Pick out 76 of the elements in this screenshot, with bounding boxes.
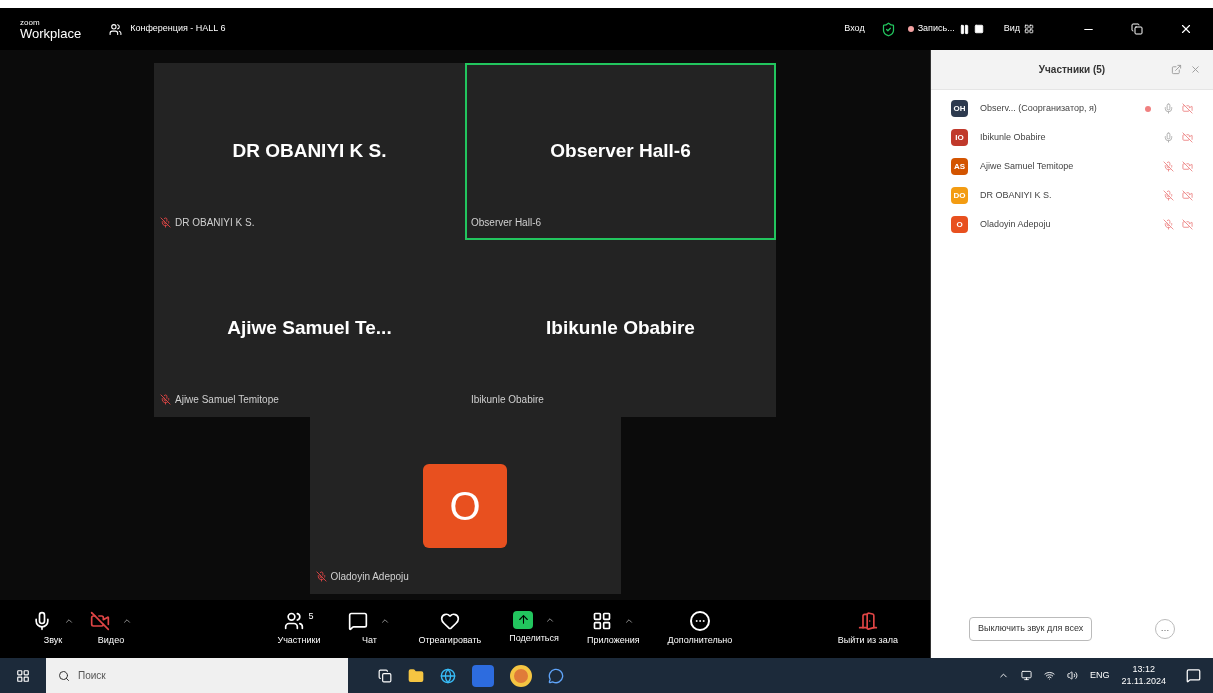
heart-icon (439, 610, 460, 631)
video-off-icon (1182, 190, 1193, 201)
tile-label: Ajiwe Samuel Temitope (175, 393, 279, 407)
chat-icon (348, 610, 369, 631)
volume-icon[interactable] (1067, 670, 1079, 681)
app-subtitle: Workplace (20, 26, 82, 40)
participant-row[interactable]: O Oladoyin Adepoju (931, 210, 1213, 239)
toolbar-button[interactable]: Дополнительно (659, 610, 741, 648)
participant-row[interactable]: IO Ibikunle Obabire (931, 123, 1213, 152)
tile-label: Ibikunle Obabire (471, 393, 544, 407)
tile-label: Observer Hall-6 (471, 216, 542, 230)
toolbar-button[interactable]: Чат (340, 610, 399, 648)
toolbar-button[interactable]: Выйти из зала (829, 610, 906, 648)
avatar: O (951, 216, 968, 233)
participant-name: Ibikunle Obabire (980, 130, 1046, 144)
leave-icon (857, 610, 878, 631)
tile-label: Oladoyin Adepoju (330, 570, 409, 584)
participant-row[interactable]: DO DR OBANIYI K S. (931, 181, 1213, 210)
clock-time: 13:12 (1132, 664, 1156, 676)
meeting-icon (109, 22, 123, 36)
recording-status: Запись... (917, 22, 955, 36)
participant-name: DR OBANIYI K S. (232, 139, 387, 164)
apps-icon (592, 610, 613, 631)
avatar: OH (951, 100, 968, 117)
participant-name: Oladoyin Adepoju (980, 217, 1051, 231)
participant-name: Observ... (Соорганизатор, я) (980, 101, 1097, 115)
toolbar-button[interactable]: 5 Участники (269, 610, 329, 648)
restore-icon[interactable] (1131, 23, 1143, 35)
stop-icon[interactable] (973, 24, 984, 34)
microphone-icon (32, 610, 52, 631)
app-name: zoom (20, 18, 41, 27)
share-icon (513, 610, 534, 629)
panel-title: Участники (5) (1038, 63, 1106, 77)
participant-name: Observer Hall-6 (550, 139, 691, 164)
toolbar-button[interactable]: Приложения (578, 610, 648, 648)
people-icon (284, 610, 305, 631)
toolbar-button[interactable]: Видео (82, 610, 140, 648)
participant-name: Ajiwe Samuel Te... (227, 316, 392, 341)
signin-link[interactable]: Вход (844, 22, 865, 36)
toolbar-button[interactable]: Звук (24, 610, 82, 648)
search-icon[interactable] (58, 669, 70, 682)
video-off-icon (1182, 103, 1193, 114)
mute-all-button[interactable]: Выключить звук для всех (969, 617, 1093, 641)
network-icon[interactable] (1044, 670, 1056, 681)
grid-icon (1024, 24, 1034, 34)
avatar: IO (951, 129, 968, 146)
close-icon[interactable] (1179, 22, 1193, 36)
tile-label: DR OBANIYI K S. (175, 216, 255, 230)
pause-icon[interactable] (958, 23, 970, 35)
avatar: AS (951, 158, 968, 175)
language-indicator: ENG (1090, 668, 1110, 682)
messenger-icon[interactable] (548, 667, 564, 684)
more-icon (689, 610, 710, 631)
participant-name: Ajiwe Samuel Temitope (980, 159, 1074, 173)
shield-icon (880, 21, 896, 37)
toolbar-button[interactable]: Поделиться (501, 610, 567, 648)
video-off-icon (1182, 161, 1193, 172)
avatar: O (423, 463, 507, 548)
view-button[interactable]: Вид (1003, 22, 1034, 36)
video-off-icon (1182, 132, 1193, 143)
video-off-icon (1182, 219, 1193, 230)
participant-name: Ibikunle Obabire (546, 316, 695, 341)
window-title: Конференция - HALL 6 (130, 22, 226, 36)
avatar: DO (951, 187, 968, 204)
toolbar-button[interactable]: Отреагировать (410, 610, 490, 648)
video-off-icon (90, 610, 110, 631)
participant-name: DR OBANIYI K S. (980, 188, 1052, 202)
participant-count: 5 (308, 610, 314, 623)
clock-date: 21.11.2024 (1121, 675, 1166, 687)
notification-icon[interactable] (1186, 668, 1201, 683)
video-app-icon[interactable] (472, 664, 494, 687)
folder-icon[interactable] (408, 667, 424, 684)
participant-row[interactable]: AS Ajiwe Samuel Temitope (931, 152, 1213, 181)
task-view-icon[interactable] (378, 668, 392, 683)
participant-row[interactable]: OH Observ... (Соорганизатор, я) (931, 94, 1213, 123)
browser-icon[interactable] (440, 667, 456, 684)
